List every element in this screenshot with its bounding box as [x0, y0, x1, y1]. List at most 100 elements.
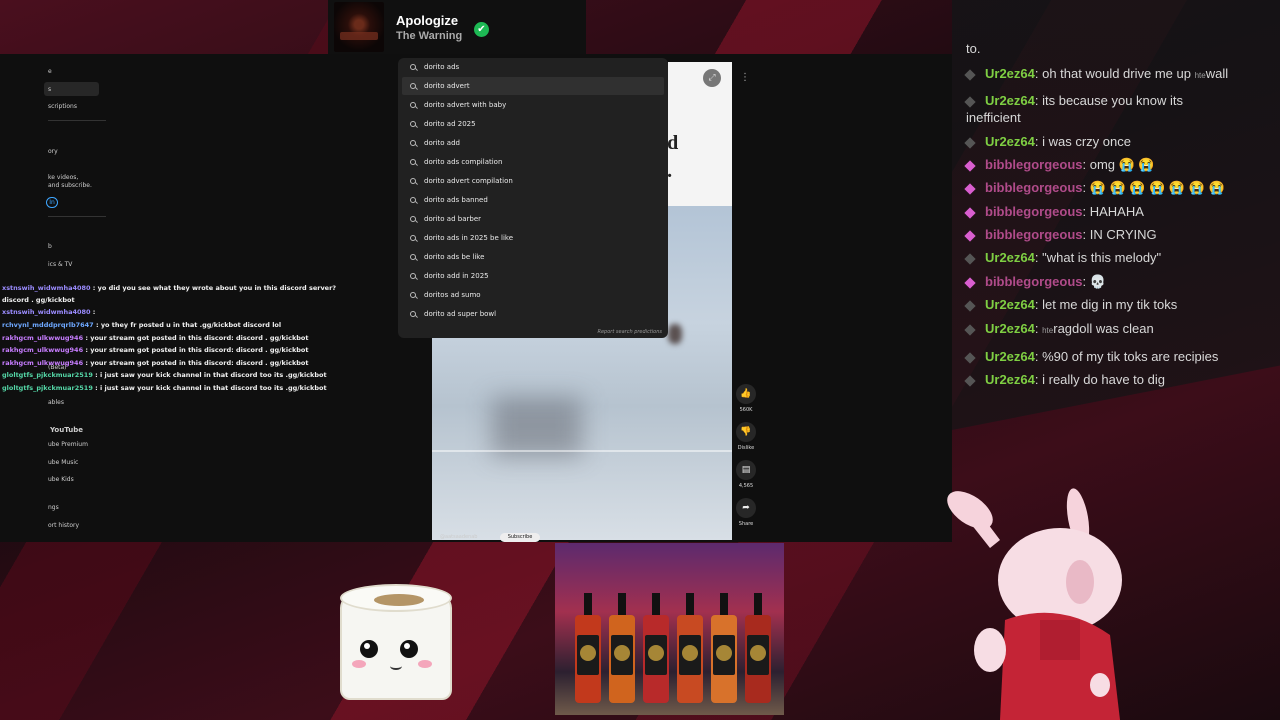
video-band — [432, 450, 732, 452]
chat-message: Ur2ez64: i really do have to dig — [966, 372, 1165, 387]
video-blur — [492, 397, 582, 457]
chat-message: Ur2ez64: "what is this melody" — [966, 250, 1161, 265]
suggestion-item[interactable]: dorito ad 2025 — [402, 115, 664, 133]
sidebar-item[interactable]: ube Premium — [48, 441, 88, 448]
search-icon — [410, 121, 416, 127]
song-title: Apologize — [396, 12, 459, 28]
chat-message: bibblegorgeous: HAHAHA — [966, 204, 1144, 219]
sidebar-item[interactable]: ube Kids — [48, 476, 74, 483]
like-count: 560K — [739, 407, 753, 413]
search-icon — [410, 254, 416, 260]
channel-handle[interactable]: @aatsaadenab — [440, 534, 477, 540]
suggestion-item[interactable]: dorito ads be like — [402, 248, 664, 266]
sidebar-text: ke videos, — [48, 174, 79, 181]
captured-chat-line: xstnswih_widwmha4080 : — [2, 308, 96, 316]
sidebar-selected — [44, 82, 99, 96]
chat-message: Ur2ez64: i was crzy once — [966, 134, 1131, 149]
sidebar-item[interactable]: s — [48, 86, 51, 93]
search-icon — [410, 64, 416, 70]
search-icon — [410, 178, 416, 184]
sidebar-item[interactable]: e — [48, 68, 52, 75]
chat-message: Ur2ez64: its because you know its — [966, 93, 1183, 108]
search-icon — [410, 273, 416, 279]
search-icon — [410, 159, 416, 165]
suggestion-item[interactable]: dorito ad super bowl — [402, 305, 664, 323]
captured-chat-line: rakhgcm_ulkwwug946 : your stream got pos… — [2, 359, 309, 367]
check-icon: ✔ — [474, 22, 489, 37]
chat-message: Ur2ez64: let me dig in my tik toks — [966, 297, 1177, 312]
badge-icon — [966, 254, 979, 264]
report-predictions-link[interactable]: Report search predictions — [598, 329, 663, 335]
sidebar-divider — [48, 120, 106, 121]
suggestion-item[interactable]: dorito ad barber — [402, 210, 664, 228]
search-icon — [410, 102, 416, 108]
now-playing-widget: Apologize The Warning ✔ — [328, 0, 586, 54]
badge-icon — [966, 161, 979, 171]
video-bird — [668, 324, 682, 344]
sidebar-item[interactable]: ort history — [48, 522, 79, 529]
sign-in-button[interactable]: In — [46, 197, 58, 208]
badge-icon — [966, 325, 979, 335]
like-button[interactable]: 👍 560K — [734, 384, 758, 413]
badge-icon — [966, 301, 979, 311]
sidebar-item[interactable]: b — [48, 243, 52, 250]
badge-icon — [966, 231, 979, 241]
sidebar-divider — [48, 216, 106, 217]
chat-message: bibblegorgeous: IN CRYING — [966, 227, 1157, 242]
badge-icon — [966, 278, 979, 288]
badge-icon — [966, 138, 979, 148]
search-icon — [410, 235, 416, 241]
captured-chat-line: discord . gg/kickbot — [2, 296, 75, 304]
chat-message: inefficient — [966, 110, 1021, 125]
comment-count: 4,565 — [738, 483, 754, 489]
album-art — [334, 2, 384, 52]
dislike-button[interactable]: 👎 Dislike — [734, 422, 758, 451]
dislike-label: Dislike — [737, 445, 755, 451]
suggestion-item[interactable]: dorito ads — [402, 58, 664, 76]
sidebar-item[interactable]: ube Music — [48, 459, 78, 466]
suggestion-item[interactable]: doritos ad sumo — [402, 286, 664, 304]
suggestion-item[interactable]: dorito add — [402, 134, 664, 152]
like-icon: 👍 — [736, 384, 756, 404]
dislike-icon: 👎 — [736, 422, 756, 442]
captured-chat-line: rakhgcm_ulkwwug946 : your stream got pos… — [2, 334, 309, 342]
suggestion-item[interactable]: dorito ads in 2025 be like — [402, 229, 664, 247]
sidebar-text: and subscribe. — [48, 182, 92, 189]
badge-icon — [966, 184, 979, 194]
badge-icon — [966, 70, 979, 80]
expand-icon[interactable]: ⤢ — [703, 69, 721, 87]
chat-message: Ur2ez64: hteragdoll was clean — [966, 321, 1154, 336]
chat-message: Ur2ez64: %90 of my tik toks are recipies — [966, 349, 1218, 364]
sidebar-item[interactable]: ngs — [48, 504, 59, 511]
badge-icon — [966, 97, 979, 107]
suggestion-item[interactable]: dorito ads compilation — [402, 153, 664, 171]
comments-button[interactable]: ▤ 4,565 — [734, 460, 758, 489]
subscribe-button[interactable]: Subscribe — [500, 533, 540, 542]
sidebar-item[interactable]: ory — [48, 148, 58, 155]
suggestion-item[interactable]: dorito advert compilation — [402, 172, 664, 190]
chat-message: Ur2ez64: oh that would drive me up htewa… — [966, 66, 1228, 81]
sidebar-item[interactable]: ables — [48, 399, 64, 406]
suggestion-item[interactable]: dorito ads banned — [402, 191, 664, 209]
share-button[interactable]: ➦ Share — [734, 498, 758, 527]
bunny-avatar — [947, 488, 1122, 720]
suggestion-item[interactable]: dorito advert with baby — [402, 96, 664, 114]
search-icon — [410, 83, 416, 89]
sidebar-item[interactable]: ics & TV — [48, 261, 72, 268]
toilet-paper-mascot — [338, 584, 456, 702]
search-icon — [410, 292, 416, 298]
suggestion-item[interactable]: dorito add in 2025 — [402, 267, 664, 285]
captured-chat-line: rchvynl_mdddprqrlb7647 : yo they fr post… — [2, 321, 282, 329]
search-icon — [410, 197, 416, 203]
captured-chat-line: gloltgtfs_pjkckmuar2519 : i just saw you… — [2, 384, 327, 392]
sidebar-item[interactable]: scriptions — [48, 103, 77, 110]
song-artist: The Warning — [396, 29, 463, 42]
more-icon[interactable]: ⋮ — [740, 72, 750, 83]
captured-chat-line: gloltgtfs_pjkckmuar2519 : i just saw you… — [2, 371, 327, 379]
youtube-window: e s scriptions ory ke videos, and subscr… — [0, 54, 952, 542]
chat-message: to. — [966, 41, 981, 56]
search-icon — [410, 140, 416, 146]
sidebar-heading: YouTube — [50, 426, 83, 434]
comment-icon: ▤ — [736, 460, 756, 480]
suggestion-item[interactable]: dorito advert — [402, 77, 664, 95]
